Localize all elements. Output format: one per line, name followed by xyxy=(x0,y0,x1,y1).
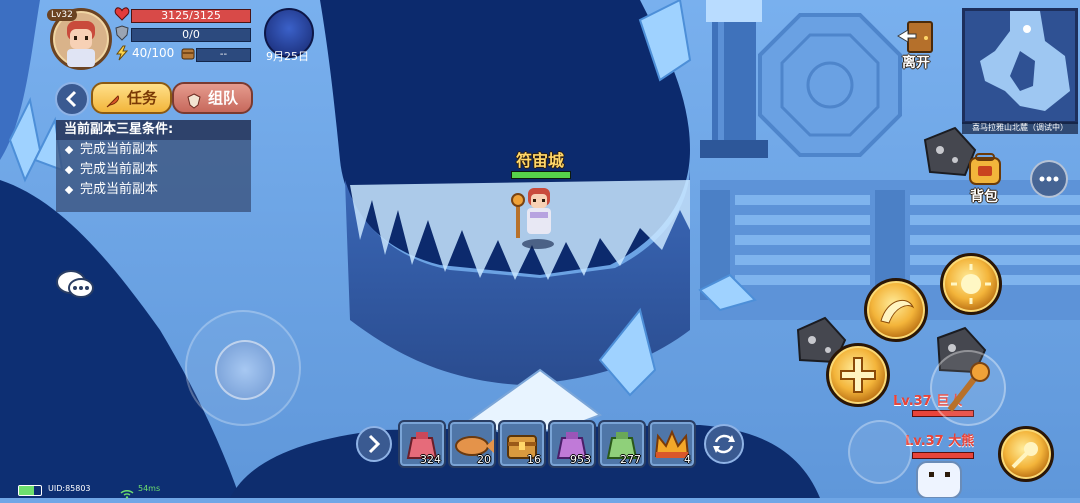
lightning-icon xyxy=(114,45,130,61)
enemy-yeti-sprite[interactable] xyxy=(905,458,975,498)
skill-button-sun[interactable] xyxy=(940,253,1002,315)
energy-text: 40/100 xyxy=(132,46,175,60)
condition-item[interactable]: 完成当前副本 xyxy=(56,180,251,200)
slash-swirl-icon xyxy=(880,299,915,324)
condition-text: 完成当前副本 xyxy=(80,142,159,157)
hero-character[interactable] xyxy=(508,178,568,250)
attack-button[interactable] xyxy=(930,350,1006,426)
tab-tasks[interactable]: 任务 xyxy=(91,82,172,114)
hotbar-slot[interactable]: 953 xyxy=(548,420,596,468)
battery-icon xyxy=(18,485,42,496)
collapse-panel-button[interactable] xyxy=(55,82,89,116)
bag-button[interactable]: 背包 xyxy=(962,152,1010,205)
treasure-icon xyxy=(180,45,196,61)
skill-button-slash[interactable] xyxy=(864,278,928,342)
hotbar-expand-button[interactable] xyxy=(356,426,392,462)
skill-button-cross[interactable] xyxy=(826,343,890,407)
dungeon-conditions-panel: 当前副本三星条件: 完成当前副本 完成当前副本 完成当前副本 xyxy=(56,120,251,212)
leave-button[interactable]: 离开 xyxy=(896,20,940,71)
bag-label: 背包 xyxy=(970,189,998,205)
more-menu-button[interactable] xyxy=(1030,160,1068,198)
slot-count: 4 xyxy=(684,453,691,466)
holy-cross-icon xyxy=(840,357,876,393)
shield-text: 0/0 xyxy=(182,28,200,41)
minimap-terrain xyxy=(965,11,1075,121)
sun-burst-icon xyxy=(951,264,991,304)
diamond-bullet-icon xyxy=(64,165,74,175)
slot-count: 16 xyxy=(527,453,541,466)
condition-item[interactable]: 完成当前副本 xyxy=(56,140,251,160)
diamond-bullet-icon xyxy=(64,145,74,155)
leave-label: 离开 xyxy=(902,55,930,71)
game-date: 9月25日 xyxy=(266,50,309,63)
hotbar-switch-button[interactable] xyxy=(704,424,744,464)
more-dots-icon xyxy=(1039,176,1059,182)
slot-count: 953 xyxy=(570,453,591,466)
tab-team-label: 组队 xyxy=(208,89,239,107)
staff-attack-icon xyxy=(947,362,990,412)
shield-bar: 0/0 xyxy=(131,28,251,42)
hotbar-slot[interactable]: 20 xyxy=(448,420,496,468)
enemy-label-2: Lv.37 大熊 xyxy=(905,434,975,449)
ping-label: 54ms xyxy=(138,484,161,493)
minimap[interactable] xyxy=(962,8,1078,124)
chat-button[interactable] xyxy=(55,268,95,302)
treasure-value: -- xyxy=(196,48,251,62)
shield-icon xyxy=(114,25,130,41)
condition-text: 完成当前副本 xyxy=(80,162,159,177)
chevron-left-icon xyxy=(65,90,77,108)
virtual-joystick[interactable] xyxy=(185,310,301,426)
minimap-caption: 喜马拉雅山北麓（调试中） xyxy=(962,122,1078,134)
slot-count: 324 xyxy=(420,453,441,466)
heart-icon xyxy=(114,6,130,22)
chevron-right-icon xyxy=(368,434,381,454)
dodge-button[interactable] xyxy=(848,420,912,484)
diamond-bullet-icon xyxy=(64,185,74,195)
hotbar-slot[interactable]: 324 xyxy=(398,420,446,468)
joystick-thumb[interactable] xyxy=(215,340,275,400)
feather-icon xyxy=(105,90,121,108)
hotbar-slot[interactable]: 4 xyxy=(648,420,696,468)
slot-count: 20 xyxy=(477,453,491,466)
player-level-badge: Lv32 xyxy=(47,9,77,21)
hp-text: 3125/3125 xyxy=(161,9,221,22)
tab-team[interactable]: 组队 xyxy=(172,82,253,114)
wifi-icon xyxy=(120,484,134,499)
uid-label: UID:85803 xyxy=(48,484,91,493)
team-shield-icon xyxy=(186,90,202,109)
skill-button-strike[interactable] xyxy=(998,426,1054,482)
chat-bubble-icon xyxy=(56,270,94,298)
swap-cycle-icon xyxy=(713,434,735,454)
meteor-strike-icon xyxy=(1011,442,1038,469)
hero-name-label: 符宙城 xyxy=(515,151,564,170)
condition-item[interactable]: 完成当前副本 xyxy=(56,160,251,180)
hotbar-slot[interactable]: 16 xyxy=(498,420,546,468)
exit-door-icon xyxy=(897,21,933,53)
hp-bar: 3125/3125 xyxy=(131,9,251,23)
tab-tasks-label: 任务 xyxy=(127,89,158,107)
backpack-icon xyxy=(969,153,1001,185)
hotbar-slot[interactable]: 277 xyxy=(598,420,646,468)
conditions-title: 当前副本三星条件: xyxy=(56,120,251,140)
slot-count: 277 xyxy=(620,453,641,466)
condition-text: 完成当前副本 xyxy=(80,182,159,197)
